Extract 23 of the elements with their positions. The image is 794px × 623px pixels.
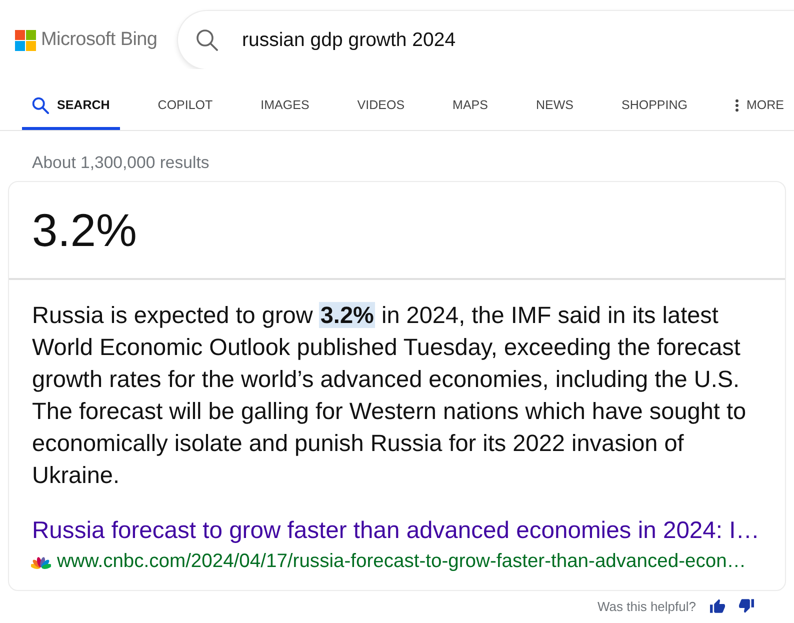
nav-tab[interactable]: IMAGES [250, 80, 320, 130]
nav-tab[interactable]: VIDEOS [347, 80, 415, 130]
search-icon [32, 96, 49, 114]
thumbs-up-icon[interactable] [710, 599, 725, 613]
nav-tab[interactable]: COPILOT [148, 80, 223, 130]
source-url[interactable]: www.cnbc.com/2024/04/17/russia-forecast-to-grow-faster-than-advanced-econ… [57, 549, 746, 575]
results-count: About 1,300,000 results [32, 153, 210, 173]
source-title-link[interactable]: Russia forecast to grow faster than advanced economies in 2024: I… [32, 515, 760, 547]
nav-tab[interactable]: NEWS [526, 80, 584, 130]
nav-tab[interactable]: SEARCH [22, 80, 120, 130]
answer-value: 3.2% [31, 203, 138, 258]
logo-text[interactable]: Microsoft Bing [41, 29, 158, 51]
search-field[interactable]: russian gdp growth 2024 [178, 11, 794, 69]
feedback-prompt: Was this helpful? [597, 598, 696, 614]
four-squares-logo-icon [15, 30, 36, 50]
thumbs-down-icon[interactable] [739, 599, 754, 613]
nav-tab[interactable]: MORE [725, 80, 794, 130]
nav-tab[interactable]: MAPS [442, 80, 498, 130]
answer-snippet: Russia is expected to grow 3.2% in 2024, the IMF said in its latest World Economic Outlook published Tuesday, exceeding the forecast growth rates for the world’s advanced economies, including the U.S. The forecast will be galling for Western nations which have sought to economically isolate and punish Russia for its 2022 invasion of Ukraine. [31, 301, 748, 490]
kebab-menu-icon [735, 98, 740, 112]
nav-tab[interactable]: SHOPPING [611, 80, 698, 130]
peacock-logo-icon [31, 555, 51, 569]
search-icon [196, 29, 218, 51]
